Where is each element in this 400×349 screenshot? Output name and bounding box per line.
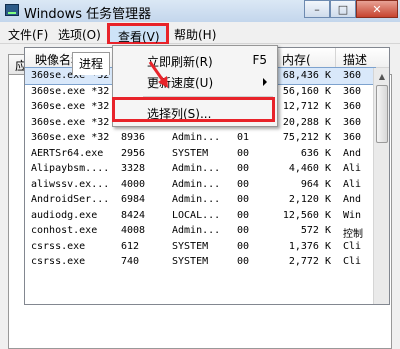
table-row[interactable]: csrss.exe 740 SYSTEM 00 2,772 K Cli (25, 254, 375, 270)
row-image-name: aliwssv.ex... (31, 178, 110, 190)
row-user: SYSTEM (172, 256, 209, 267)
row-description: 360 (343, 70, 362, 81)
scrollbar-thumb[interactable] (376, 85, 388, 143)
row-cpu: 00 (237, 209, 250, 221)
row-description: And (343, 147, 362, 159)
menu-bar: 文件(F) 选项(O) 帮助(H) (0, 22, 400, 44)
row-image-name: 360se.exe *32 (31, 116, 110, 128)
menu-item-refresh-now[interactable]: 立即刷新(R) F5 (113, 50, 277, 70)
menu-view[interactable]: 查看(V) (107, 23, 169, 45)
row-user: SYSTEM (172, 240, 209, 252)
row-image-name: conhost.exe (31, 225, 98, 236)
row-image-name: 360se.exe *32 (31, 132, 110, 143)
row-user: SYSTEM (172, 147, 209, 159)
window-controls: – □ ✕ (304, 0, 398, 20)
row-cpu: 00 (237, 147, 250, 159)
task-manager-icon (5, 4, 19, 16)
row-description: Ali (343, 178, 362, 190)
row-pid: 8424 (121, 209, 146, 221)
row-pid: 8936 (121, 132, 146, 143)
menu-item-update-speed[interactable]: 更新速度(U) (113, 71, 277, 91)
row-cpu: 00 (237, 225, 250, 236)
row-image-name: AndroidSer... (31, 194, 110, 205)
table-row[interactable]: conhost.exe 4008 Admin... 00 572 K 控制 (25, 223, 375, 240)
row-memory: 964 K (300, 178, 331, 190)
menu-options[interactable]: 选项(O) (58, 26, 101, 43)
row-memory: 56,160 K (282, 85, 331, 97)
row-memory: 1,376 K (288, 240, 331, 252)
row-user: Admin... (172, 178, 221, 190)
row-description: Ali (343, 163, 362, 174)
table-row[interactable]: AndroidSer... 6984 Admin... 00 2,120 K And (25, 192, 375, 208)
row-image-name: csrss.exe (31, 240, 86, 252)
row-memory: 68,436 K (282, 70, 331, 81)
row-memory: 12,712 K (282, 101, 331, 112)
vertical-scrollbar[interactable]: ▲ (373, 68, 389, 304)
row-memory: 2,120 K (288, 194, 331, 205)
row-user: Admin... (172, 163, 221, 174)
row-description: 360 (343, 132, 362, 143)
row-user: Admin... (172, 194, 221, 205)
row-cpu: 00 (237, 256, 250, 267)
minimize-button[interactable]: – (304, 0, 330, 18)
column-memory[interactable]: 内存( (282, 51, 311, 68)
row-pid: 612 (121, 240, 140, 252)
maximize-button[interactable]: □ (330, 0, 356, 18)
row-image-name: Alipaybsm.... (31, 163, 110, 174)
row-pid: 4000 (121, 178, 146, 190)
row-image-name: audiodg.exe (31, 209, 98, 221)
submenu-arrow-icon (263, 78, 267, 86)
row-pid: 4008 (121, 225, 146, 236)
row-pid: 2956 (121, 147, 146, 159)
row-user: Admin... (172, 132, 221, 143)
row-description: And (343, 194, 362, 205)
row-cpu: 00 (237, 178, 250, 190)
red-arrow-icon (148, 61, 168, 88)
row-memory: 636 K (300, 147, 331, 159)
row-memory: 75,212 K (282, 132, 331, 143)
table-row[interactable]: csrss.exe 612 SYSTEM 00 1,376 K Cli (25, 239, 375, 255)
column-description[interactable]: 描述 (343, 51, 367, 68)
row-memory: 20,288 K (282, 116, 331, 128)
refresh-shortcut: F5 (252, 53, 267, 67)
row-cpu: 01 (237, 132, 250, 143)
row-memory: 2,772 K (288, 256, 331, 267)
row-pid: 740 (121, 256, 140, 267)
select-columns-highlight-box (112, 97, 275, 122)
row-memory: 12,560 K (282, 209, 331, 221)
row-cpu: 00 (237, 163, 250, 174)
row-memory: 572 K (300, 225, 331, 236)
table-row[interactable]: AERTSr64.exe 2956 SYSTEM 00 636 K And (25, 146, 375, 162)
table-row[interactable]: 360se.exe *32 8936 Admin... 01 75,212 K 360 (25, 130, 375, 146)
row-description: 360 (343, 85, 362, 97)
row-image-name: csrss.exe (31, 256, 86, 267)
column-divider[interactable] (335, 48, 336, 68)
menu-view-label: 查看(V) (118, 30, 160, 44)
row-image-name: AERTSr64.exe (31, 147, 104, 159)
row-cpu: 00 (237, 194, 250, 205)
table-row[interactable]: Alipaybsm.... 3328 Admin... 00 4,460 K Ali (25, 161, 375, 177)
row-description: Cli (343, 256, 362, 267)
row-memory: 4,460 K (288, 163, 331, 174)
row-description: Win (343, 209, 362, 221)
menu-file[interactable]: 文件(F) (8, 26, 48, 43)
window-title: Windows 任务管理器 (24, 7, 152, 22)
row-pid: 6984 (121, 194, 146, 205)
scroll-up-icon[interactable]: ▲ (374, 68, 389, 84)
title-bar: Windows 任务管理器 – □ ✕ (0, 0, 400, 22)
row-cpu: 00 (237, 240, 250, 252)
menu-help[interactable]: 帮助(H) (174, 26, 216, 43)
row-image-name: 360se.exe *32 (31, 101, 110, 112)
close-button[interactable]: ✕ (356, 0, 398, 18)
row-user: LOCAL... (172, 209, 221, 221)
row-description: 360 (343, 116, 362, 128)
table-row[interactable]: aliwssv.ex... 4000 Admin... 00 964 K Ali (25, 177, 375, 193)
row-image-name: 360se.exe *32 (31, 85, 110, 97)
row-pid: 3328 (121, 163, 146, 174)
row-description: 360 (343, 101, 362, 112)
row-user: Admin... (172, 225, 221, 236)
tab-processes[interactable]: 进程 (72, 52, 111, 75)
row-description: Cli (343, 240, 362, 252)
table-row[interactable]: audiodg.exe 8424 LOCAL... 00 12,560 K Win (25, 208, 375, 224)
